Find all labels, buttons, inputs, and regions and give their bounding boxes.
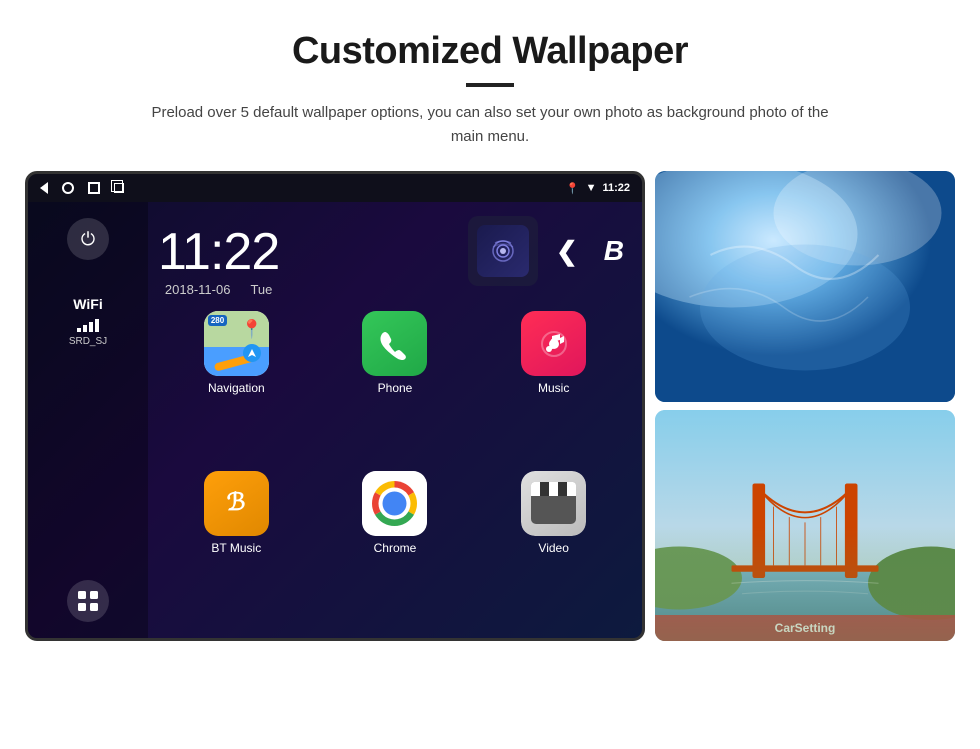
status-time: 11:22: [602, 182, 630, 194]
wifi-bar-3: [89, 322, 93, 332]
music-icon: [521, 311, 586, 376]
k-label: ❮: [556, 236, 578, 267]
bt-music-label: BT Music: [211, 541, 261, 555]
navigation-label: Navigation: [208, 381, 265, 395]
app-navigation[interactable]: 280 📍 Navigation: [162, 311, 311, 461]
android-device: 📍 ▼ 11:22 ⏻ WiFi: [25, 171, 645, 641]
app-music[interactable]: Music: [479, 311, 628, 461]
clapper-top: [531, 482, 576, 496]
page-wrapper: Customized Wallpaper Preload over 5 defa…: [0, 0, 980, 749]
app-grid: 280 📍 Navigation: [158, 303, 632, 628]
title-divider: [466, 83, 514, 87]
chrome-label: Chrome: [374, 541, 417, 555]
video-icon: [521, 471, 586, 536]
wifi-bar-1: [77, 328, 81, 332]
main-content: 📍 ▼ 11:22 ⏻ WiFi: [40, 171, 940, 641]
wifi-ssid: SRD_SJ: [69, 336, 107, 347]
chrome-icon: [362, 471, 427, 536]
center-area: 11:22 2018-11-06 Tue: [148, 202, 642, 638]
wallpaper-ice[interactable]: [655, 171, 955, 402]
home-nav-icon[interactable]: [62, 182, 74, 194]
page-subtitle: Preload over 5 default wallpaper options…: [140, 101, 840, 149]
music-label: Music: [538, 381, 569, 395]
map-nav-arrow: [243, 344, 261, 362]
map-pin: 📍: [241, 319, 257, 339]
wifi-label: WiFi: [69, 296, 107, 312]
map-badge: 280: [208, 315, 227, 326]
wifi-bar-4: [95, 319, 99, 332]
clock-date-text: 2018-11-06: [165, 282, 231, 297]
status-bar: 📍 ▼ 11:22: [28, 174, 642, 202]
wifi-bars: [69, 316, 107, 332]
app-phone[interactable]: Phone: [321, 311, 470, 461]
navigation-icon: 280 📍: [204, 311, 269, 376]
back-nav-icon[interactable]: [40, 182, 48, 194]
app-video[interactable]: Video: [479, 471, 628, 621]
wallpaper-bridge[interactable]: CarSetting: [655, 410, 955, 641]
video-clapper: [521, 471, 586, 536]
wifi-status-icon: ▼: [586, 182, 597, 194]
page-title: Customized Wallpaper: [292, 30, 688, 73]
top-row: 11:22 2018-11-06 Tue: [158, 212, 632, 303]
video-label: Video: [538, 541, 568, 555]
svg-text:ℬ: ℬ: [227, 489, 246, 516]
carsetting-strip[interactable]: CarSetting: [655, 615, 955, 641]
sidebar: ⏻ WiFi SRD_SJ: [28, 202, 148, 638]
phone-label: Phone: [378, 381, 413, 395]
radio-icon-box[interactable]: [468, 216, 538, 286]
apps-grid-button[interactable]: [67, 580, 109, 622]
phone-icon: [362, 311, 427, 376]
app-chrome[interactable]: Chrome: [321, 471, 470, 621]
power-button[interactable]: ⏻: [67, 218, 109, 260]
status-left: [40, 182, 124, 194]
top-icons: ❮ B: [468, 212, 632, 290]
clock-day: Tue: [250, 282, 272, 297]
b-label: B: [604, 235, 624, 267]
bt-music-icon: ℬ: [204, 471, 269, 536]
wifi-bar-2: [83, 325, 87, 332]
clock-time: 11:22: [158, 222, 279, 282]
wifi-info: WiFi SRD_SJ: [69, 296, 107, 347]
screen-body: ⏻ WiFi SRD_SJ: [28, 202, 642, 638]
wallpaper-previews: CarSetting: [655, 171, 955, 641]
clapper-body: [531, 496, 576, 524]
k-icon[interactable]: ❮: [548, 228, 586, 275]
app-bt-music[interactable]: ℬ BT Music: [162, 471, 311, 621]
location-icon: 📍: [566, 182, 580, 195]
clock-date: 2018-11-06 Tue: [158, 282, 279, 297]
recent-apps-icon[interactable]: [114, 183, 124, 193]
clock-area: 11:22 2018-11-06 Tue: [158, 212, 279, 303]
status-right: 📍 ▼ 11:22: [566, 182, 630, 195]
carsetting-label: CarSetting: [775, 621, 836, 635]
b-icon[interactable]: B: [596, 227, 632, 275]
recents-nav-icon[interactable]: [88, 182, 100, 194]
radio-icon: [477, 225, 529, 277]
